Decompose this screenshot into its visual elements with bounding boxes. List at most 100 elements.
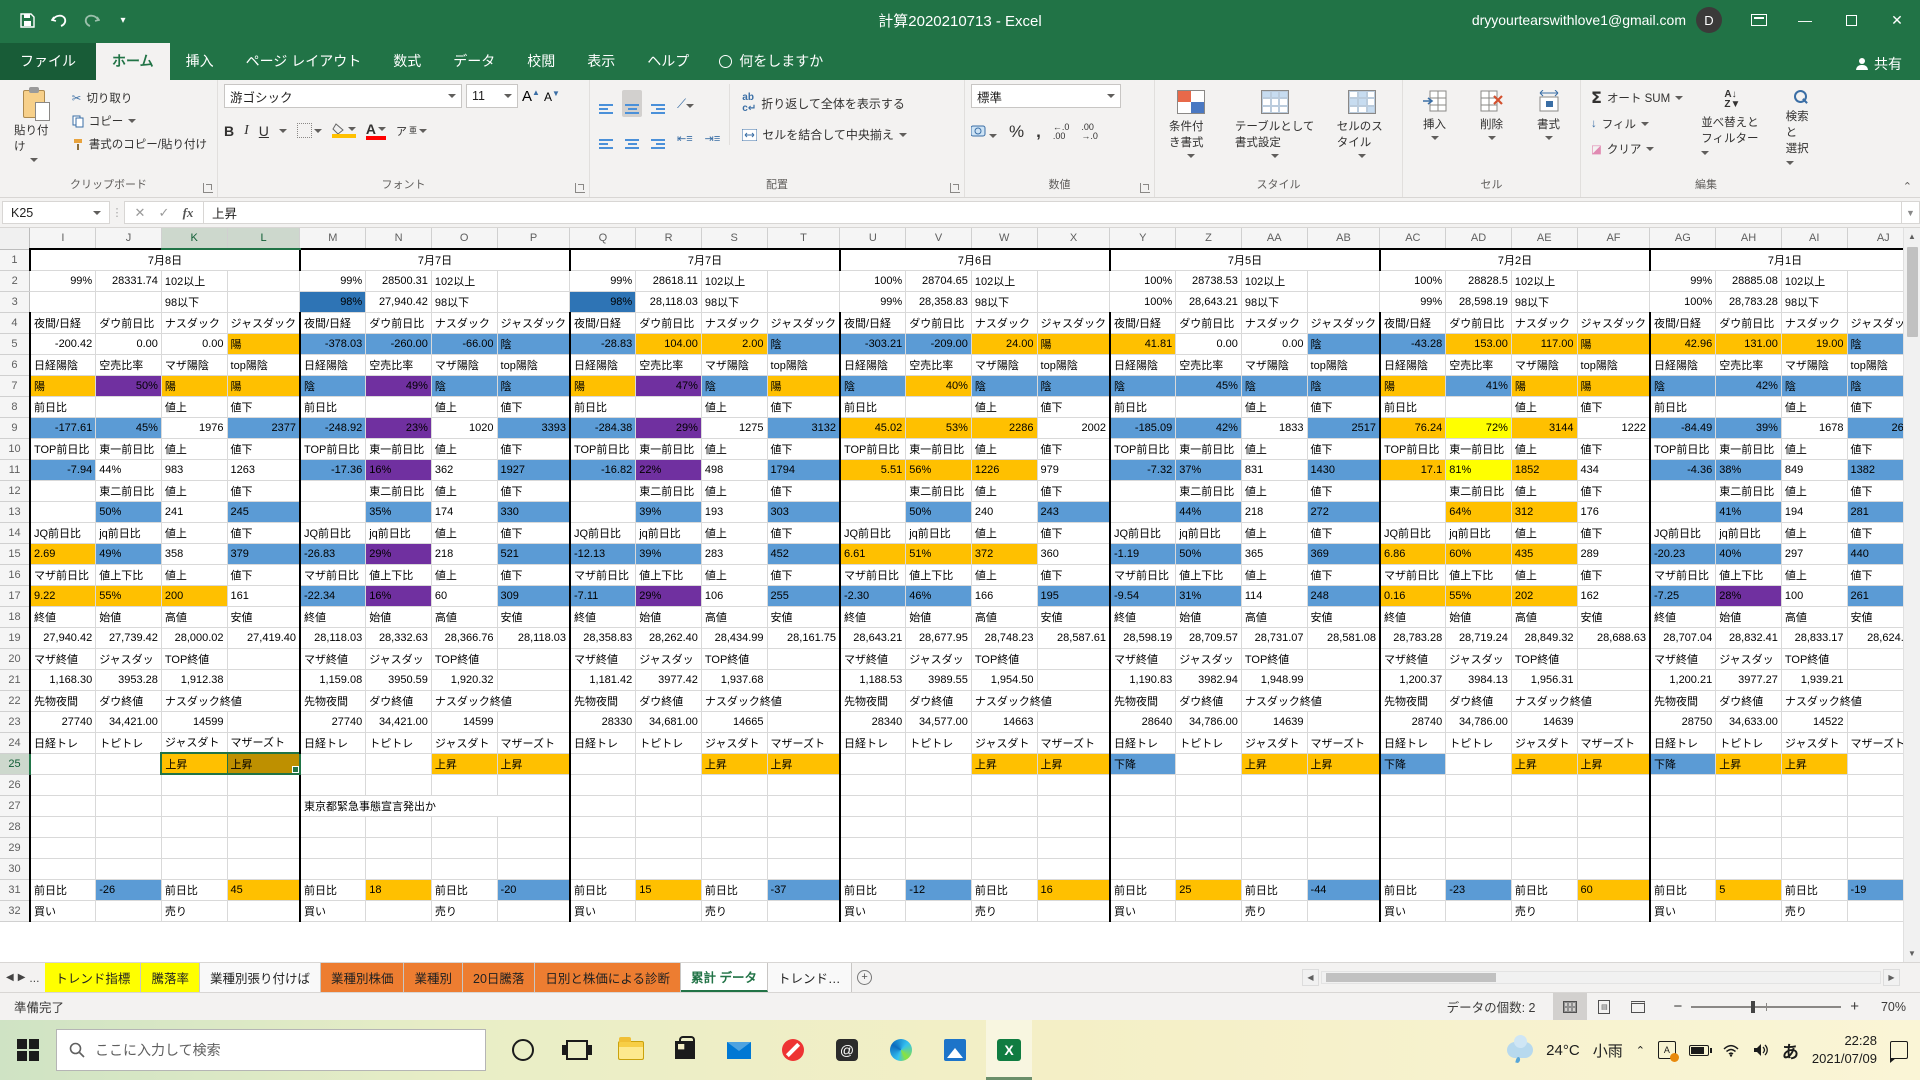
cell[interactable]: 値上	[701, 396, 767, 417]
cell[interactable]: 28,262.40	[636, 627, 702, 648]
cell[interactable]: 15	[636, 879, 702, 900]
cell[interactable]: 1,954.50	[971, 669, 1037, 690]
cell[interactable]: 16	[1037, 879, 1110, 900]
cell[interactable]	[1307, 669, 1380, 690]
cell[interactable]	[1716, 900, 1782, 921]
row-header-16[interactable]: 16	[0, 564, 30, 585]
cell[interactable]	[300, 858, 366, 879]
cell[interactable]: 98以下	[701, 291, 767, 312]
cell[interactable]	[1650, 501, 1716, 522]
cell[interactable]: 東一前日比	[96, 438, 162, 459]
cell[interactable]: 値下	[1577, 438, 1650, 459]
cell[interactable]	[1650, 837, 1716, 858]
cell[interactable]	[1307, 837, 1380, 858]
page-layout-view-icon[interactable]: ▤	[1587, 993, 1621, 1021]
cell[interactable]: 東一前日比	[636, 438, 702, 459]
weather-icon[interactable]	[1507, 1042, 1533, 1058]
cell[interactable]: 5.51	[840, 459, 906, 480]
cell[interactable]	[906, 837, 972, 858]
cell[interactable]	[636, 816, 702, 837]
cell[interactable]: 23%	[366, 417, 432, 438]
cell[interactable]: 979	[1037, 459, 1110, 480]
cell[interactable]: 売り	[161, 900, 227, 921]
bold-button[interactable]: B	[224, 123, 234, 139]
cell[interactable]	[1446, 858, 1512, 879]
cell[interactable]: 243	[1037, 501, 1110, 522]
cell[interactable]	[30, 837, 96, 858]
cell[interactable]	[1241, 816, 1307, 837]
cell[interactable]	[1110, 774, 1176, 795]
cell[interactable]	[1110, 480, 1176, 501]
cell[interactable]: 空売比率	[1446, 354, 1512, 375]
cell[interactable]	[570, 795, 636, 816]
cell[interactable]: 98以下	[1781, 291, 1847, 312]
cell[interactable]: 日経陽陰	[30, 354, 96, 375]
sort-filter-button[interactable]: A↓Z▼ 並べ替えとフィルター	[1693, 84, 1771, 164]
cell[interactable]: ジャスダト	[971, 732, 1037, 753]
cell[interactable]: 値上	[1241, 522, 1307, 543]
cell[interactable]: ダウ前日比	[636, 312, 702, 333]
cell[interactable]: 夜間/日経	[840, 312, 906, 333]
cell[interactable]: 9.22	[30, 585, 96, 606]
cell[interactable]: 31%	[1176, 585, 1242, 606]
cell[interactable]: 値上	[431, 522, 497, 543]
cell[interactable]: -248.92	[300, 417, 366, 438]
cell[interactable]: ジャスダッ	[1716, 648, 1782, 669]
cell[interactable]: 前日比	[1650, 879, 1716, 900]
cell[interactable]: 104.00	[636, 333, 702, 354]
cell[interactable]	[1446, 816, 1512, 837]
account-email[interactable]: dryyourtearswithlove1@gmail.com	[1472, 12, 1686, 28]
cell[interactable]: 521	[497, 543, 570, 564]
cell[interactable]	[1037, 900, 1110, 921]
cell[interactable]: 日経陽陰	[1380, 354, 1446, 375]
cell[interactable]: 358	[161, 543, 227, 564]
cell[interactable]	[767, 816, 840, 837]
currency-format-icon[interactable]	[971, 124, 997, 141]
underline-caret[interactable]	[279, 129, 287, 133]
cell[interactable]	[1037, 816, 1110, 837]
cell[interactable]: 60	[431, 585, 497, 606]
hscroll-left-icon[interactable]: ◀	[1302, 969, 1319, 986]
cell[interactable]	[1650, 480, 1716, 501]
cell[interactable]: 値上	[1511, 438, 1577, 459]
cell[interactable]: 983	[161, 459, 227, 480]
cell[interactable]: 0.00	[96, 333, 162, 354]
cell[interactable]	[1716, 816, 1782, 837]
cell[interactable]: 42%	[1176, 417, 1242, 438]
cell[interactable]: 27,940.42	[366, 291, 432, 312]
cell[interactable]: 値下	[767, 564, 840, 585]
cell[interactable]: -2.30	[840, 585, 906, 606]
cell[interactable]	[30, 795, 96, 816]
cell[interactable]	[96, 774, 162, 795]
cell[interactable]: 330	[497, 501, 570, 522]
cell[interactable]	[570, 501, 636, 522]
autosum-button[interactable]: Σオート SUM	[1587, 86, 1687, 109]
sheet-tab-3[interactable]: 業種別株価	[321, 963, 405, 992]
cell[interactable]: TOP前日比	[1650, 438, 1716, 459]
insert-cells-button[interactable]: 挿入	[1414, 84, 1456, 146]
cell[interactable]: 東二前日比	[906, 480, 972, 501]
row-header-27[interactable]: 27	[0, 795, 30, 816]
cell[interactable]	[30, 774, 96, 795]
cell[interactable]: 高値	[431, 606, 497, 627]
cell[interactable]: 売り	[701, 900, 767, 921]
decrease-font-icon[interactable]: A▼	[544, 89, 560, 104]
cell[interactable]	[1037, 291, 1110, 312]
sheet-nav-right-icon[interactable]: ▶	[18, 972, 26, 983]
cell[interactable]: 166	[971, 585, 1037, 606]
row-header-28[interactable]: 28	[0, 816, 30, 837]
page-break-view-icon[interactable]	[1621, 993, 1655, 1021]
cell[interactable]: 3984.13	[1446, 669, 1512, 690]
column-header-U[interactable]: U	[840, 228, 906, 249]
cell[interactable]	[1176, 900, 1242, 921]
cell[interactable]: 60%	[1446, 543, 1512, 564]
cell[interactable]: -4.36	[1650, 459, 1716, 480]
row-header-14[interactable]: 14	[0, 522, 30, 543]
row-header-24[interactable]: 24	[0, 732, 30, 753]
cell[interactable]: 空売比率	[96, 354, 162, 375]
cell[interactable]: 1794	[767, 459, 840, 480]
cell[interactable]: 値上	[1241, 396, 1307, 417]
column-header-AG[interactable]: AG	[1650, 228, 1716, 249]
cell[interactable]	[96, 837, 162, 858]
cell[interactable]: 値上	[1511, 564, 1577, 585]
